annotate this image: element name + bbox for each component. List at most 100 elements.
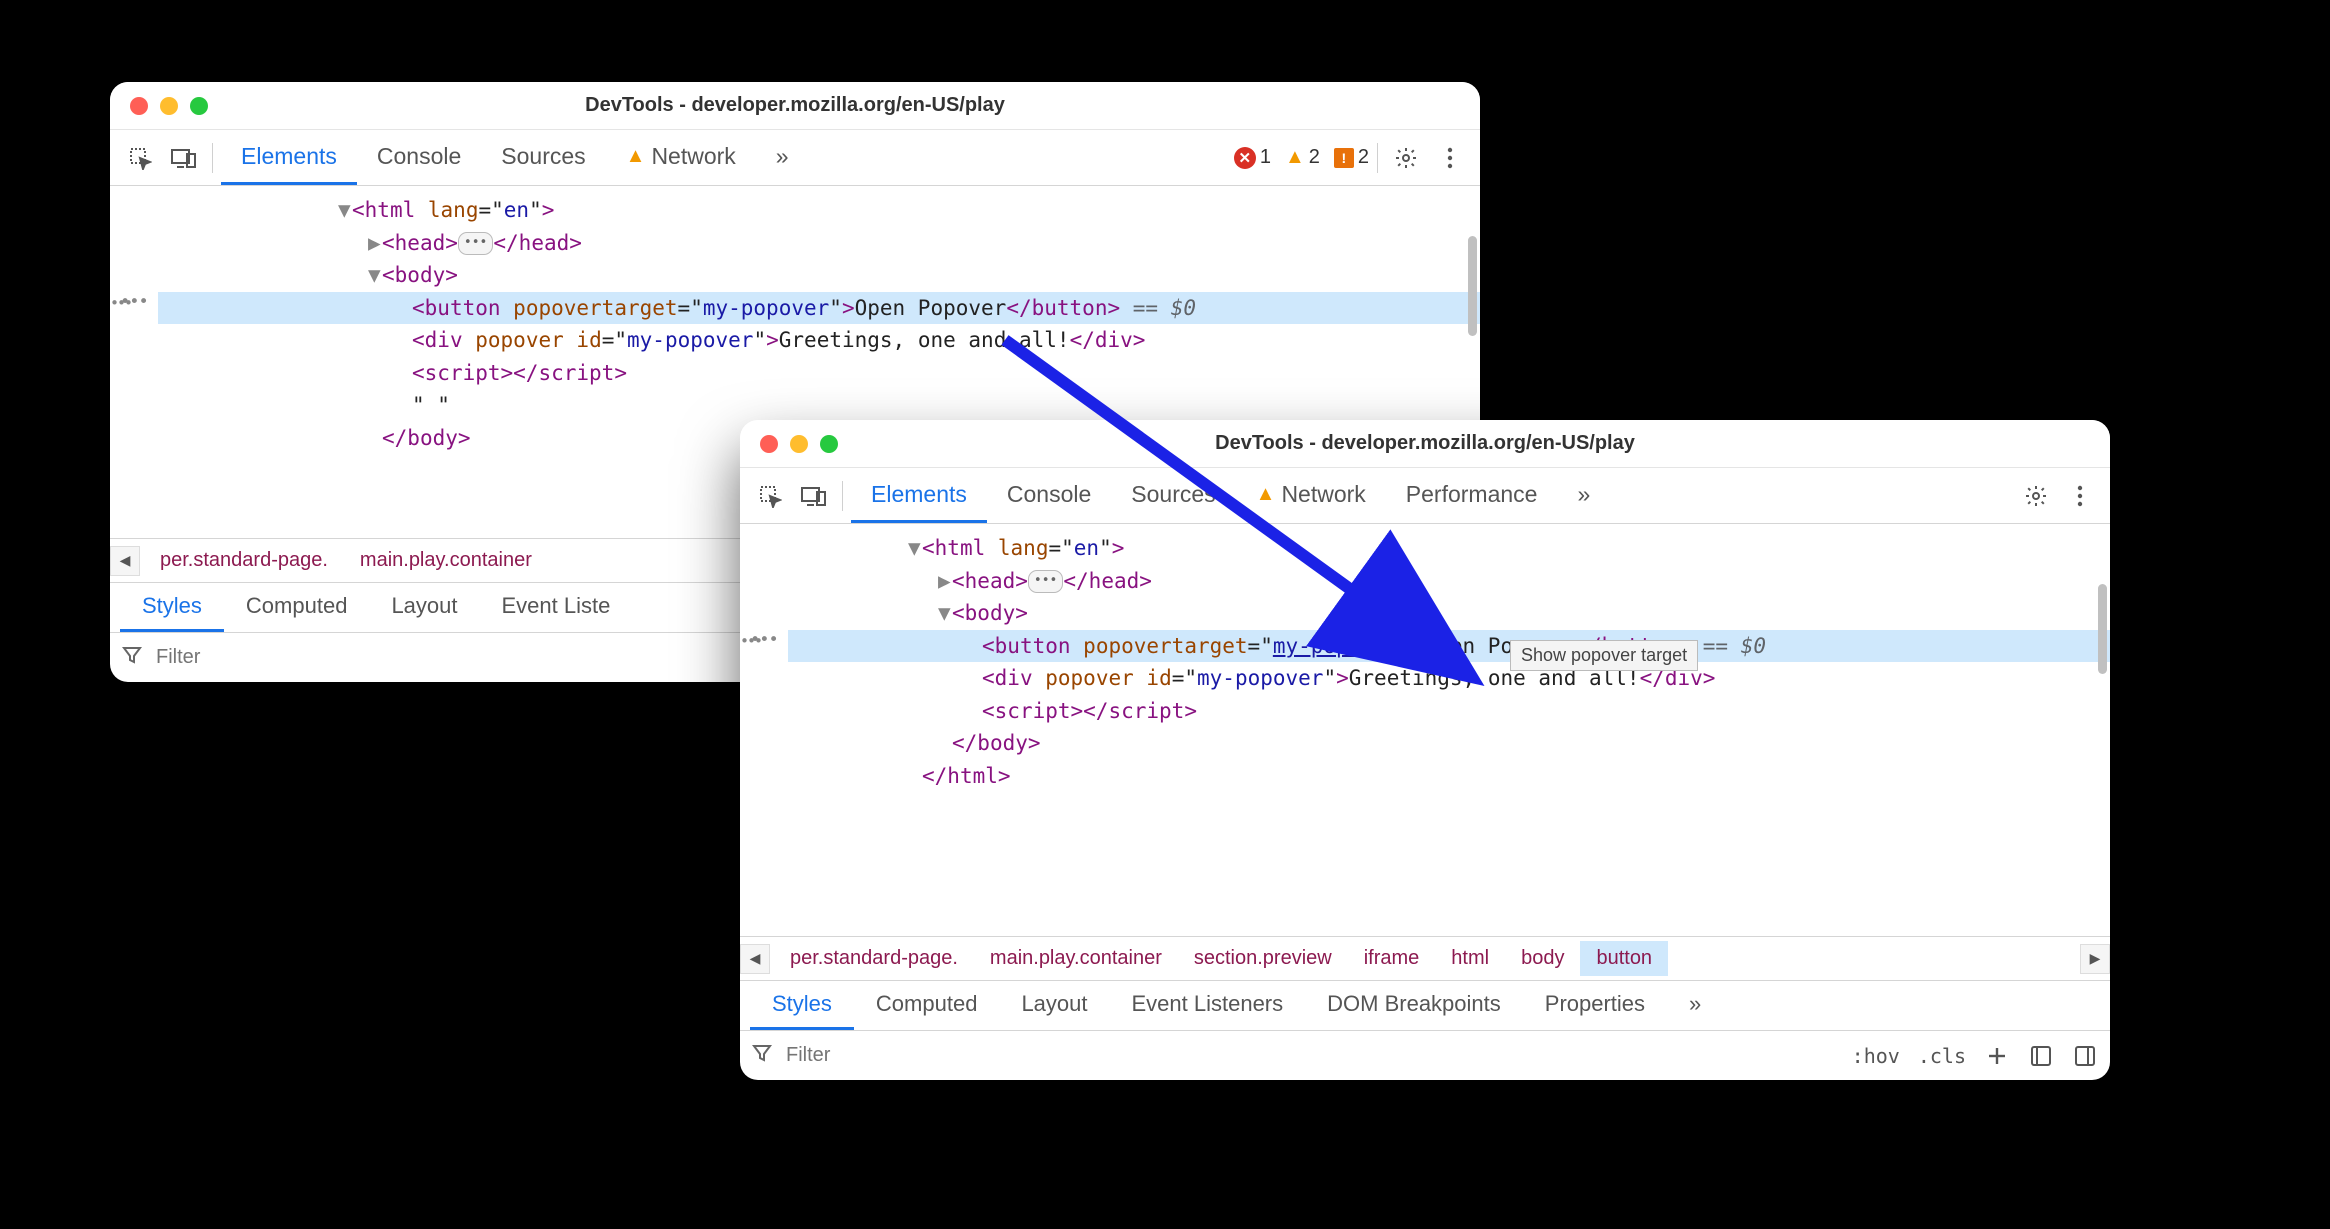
tab-overflow[interactable]: » (756, 130, 809, 185)
warning-count: 2 (1309, 146, 1320, 169)
dom-html-close[interactable]: </html> (788, 760, 2110, 793)
titlebar[interactable]: DevTools - developer.mozilla.org/en-US/p… (740, 420, 2110, 468)
device-toggle-icon[interactable] (794, 476, 834, 516)
subtab-event-listeners[interactable]: Event Listeners (1110, 981, 1306, 1030)
breadcrumb-item[interactable]: iframe (1348, 941, 1436, 976)
dom-button-selected[interactable]: <button popovertarget="my-popover">Open … (158, 292, 1480, 325)
main-toolbar: Elements Console Sources ▲Network » ✕1 ▲… (110, 130, 1480, 186)
breadcrumb-bar: ◀ per.standard-page. main.play.container… (740, 936, 2110, 980)
maximize-button[interactable] (190, 97, 208, 115)
tab-sources[interactable]: Sources (481, 130, 605, 185)
tab-network-label: Network (1281, 481, 1365, 508)
dom-button-selected[interactable]: <button popovertarget="my-popover">Open … (788, 630, 2110, 663)
maximize-button[interactable] (820, 435, 838, 453)
breadcrumb-item[interactable]: per.standard-page. (774, 941, 974, 976)
inspect-icon[interactable] (750, 476, 790, 516)
warning-icon: ▲ (626, 145, 646, 168)
breadcrumb-item[interactable]: per.standard-page. (144, 543, 344, 578)
tab-network-label: Network (651, 143, 735, 170)
breadcrumb-item[interactable]: main.play.container (344, 543, 548, 578)
subtab-event-listeners[interactable]: Event Liste (480, 583, 633, 632)
subtab-computed[interactable]: Computed (224, 583, 370, 632)
subtab-layout[interactable]: Layout (999, 981, 1109, 1030)
dom-script[interactable]: <script></script> (158, 357, 1480, 390)
dom-script[interactable]: <script></script> (788, 695, 2110, 728)
window-title: DevTools - developer.mozilla.org/en-US/p… (1215, 432, 1635, 455)
close-button[interactable] (130, 97, 148, 115)
breadcrumb-scroll-left[interactable]: ◀ (740, 944, 770, 974)
dom-head[interactable]: ▶<head>•••</head> (788, 565, 2110, 598)
dom-body-open[interactable]: ▼<body> (788, 597, 2110, 630)
dom-div[interactable]: <div popover id="my-popover">Greetings, … (788, 662, 2110, 695)
tab-console[interactable]: Console (987, 468, 1111, 523)
filter-bar: :hov .cls (740, 1030, 2110, 1080)
dom-body-open[interactable]: ▼<body> (158, 259, 1480, 292)
subtab-layout[interactable]: Layout (369, 583, 479, 632)
cls-toggle[interactable]: .cls (1918, 1044, 1966, 1068)
tab-elements[interactable]: Elements (221, 130, 357, 185)
filter-icon (752, 1043, 772, 1069)
new-style-rule-icon[interactable] (1984, 1043, 2010, 1069)
subtab-computed[interactable]: Computed (854, 981, 1000, 1030)
divider (1377, 143, 1378, 173)
styles-tabbar: Styles Computed Layout Event Listeners D… (740, 980, 2110, 1030)
breadcrumb-item[interactable]: body (1505, 941, 1580, 976)
subtab-dom-breakpoints[interactable]: DOM Breakpoints (1305, 981, 1523, 1030)
breadcrumb-scroll-right[interactable]: ▶ (2080, 944, 2110, 974)
breadcrumb-item[interactable]: html (1435, 941, 1505, 976)
dom-whitespace[interactable]: " " (158, 389, 1480, 422)
warning-icon: ▲ (1285, 146, 1305, 169)
minimize-button[interactable] (790, 435, 808, 453)
tab-network[interactable]: ▲Network (606, 130, 756, 185)
device-toggle-icon[interactable] (164, 138, 204, 178)
computed-styles-icon[interactable] (2028, 1043, 2054, 1069)
subtab-styles[interactable]: Styles (750, 981, 854, 1030)
window-title: DevTools - developer.mozilla.org/en-US/p… (585, 94, 1005, 117)
filter-icon (122, 645, 142, 671)
settings-icon[interactable] (1386, 138, 1426, 178)
tab-elements[interactable]: Elements (851, 468, 987, 523)
dom-html-open[interactable]: ▼<html lang="en"> (158, 194, 1480, 227)
main-toolbar: Elements Console Sources ▲Network Perfor… (740, 468, 2110, 524)
devtools-window-2: DevTools - developer.mozilla.org/en-US/p… (740, 420, 2110, 1080)
minimize-button[interactable] (160, 97, 178, 115)
divider (842, 481, 843, 511)
kebab-icon[interactable] (1430, 138, 1470, 178)
ellipsis-marker[interactable]: ••• (750, 627, 778, 653)
close-button[interactable] (760, 435, 778, 453)
titlebar[interactable]: DevTools - developer.mozilla.org/en-US/p… (110, 82, 1480, 130)
scrollbar-thumb[interactable] (1468, 236, 1477, 336)
dom-tree[interactable]: ▼<html lang="en"> ▶<head>•••</head> ▼<bo… (740, 524, 2110, 936)
toggle-sidebar-icon[interactable] (2072, 1043, 2098, 1069)
ellipsis-marker[interactable]: ••• (120, 289, 148, 315)
subtab-styles[interactable]: Styles (120, 583, 224, 632)
breadcrumb-scroll-left[interactable]: ◀ (110, 546, 140, 576)
dom-body-close[interactable]: </body> (788, 727, 2110, 760)
issue-counters[interactable]: ✕1 ▲2 !2 (1234, 146, 1369, 169)
hov-toggle[interactable]: :hov (1852, 1044, 1900, 1068)
subtab-overflow[interactable]: » (1667, 981, 1723, 1030)
inspect-icon[interactable] (120, 138, 160, 178)
subtab-properties[interactable]: Properties (1523, 981, 1667, 1030)
popover-target-link[interactable]: my-popover (1273, 634, 1399, 658)
dom-html-open[interactable]: ▼<html lang="en"> (788, 532, 2110, 565)
breadcrumb-item-active[interactable]: button (1580, 941, 1668, 976)
breadcrumb-item[interactable]: section.preview (1178, 941, 1348, 976)
dom-div[interactable]: <div popover id="my-popover">Greetings, … (158, 324, 1480, 357)
filter-input[interactable] (784, 1043, 1840, 1068)
settings-icon[interactable] (2016, 476, 2056, 516)
tab-console[interactable]: Console (357, 130, 481, 185)
scrollbar-thumb[interactable] (2098, 584, 2107, 674)
info-count: 2 (1358, 146, 1369, 169)
tab-overflow[interactable]: » (1557, 468, 1610, 523)
warning-icon: ▲ (1256, 483, 1276, 506)
dom-head[interactable]: ▶<head>•••</head> (158, 227, 1480, 260)
tab-network[interactable]: ▲Network (1236, 468, 1386, 523)
divider (212, 143, 213, 173)
kebab-icon[interactable] (2060, 476, 2100, 516)
tab-performance[interactable]: Performance (1386, 468, 1558, 523)
tooltip-show-popover-target: Show popover target (1510, 640, 1698, 671)
breadcrumb-item[interactable]: main.play.container (974, 941, 1178, 976)
info-icon: ! (1334, 148, 1354, 168)
tab-sources[interactable]: Sources (1111, 468, 1235, 523)
